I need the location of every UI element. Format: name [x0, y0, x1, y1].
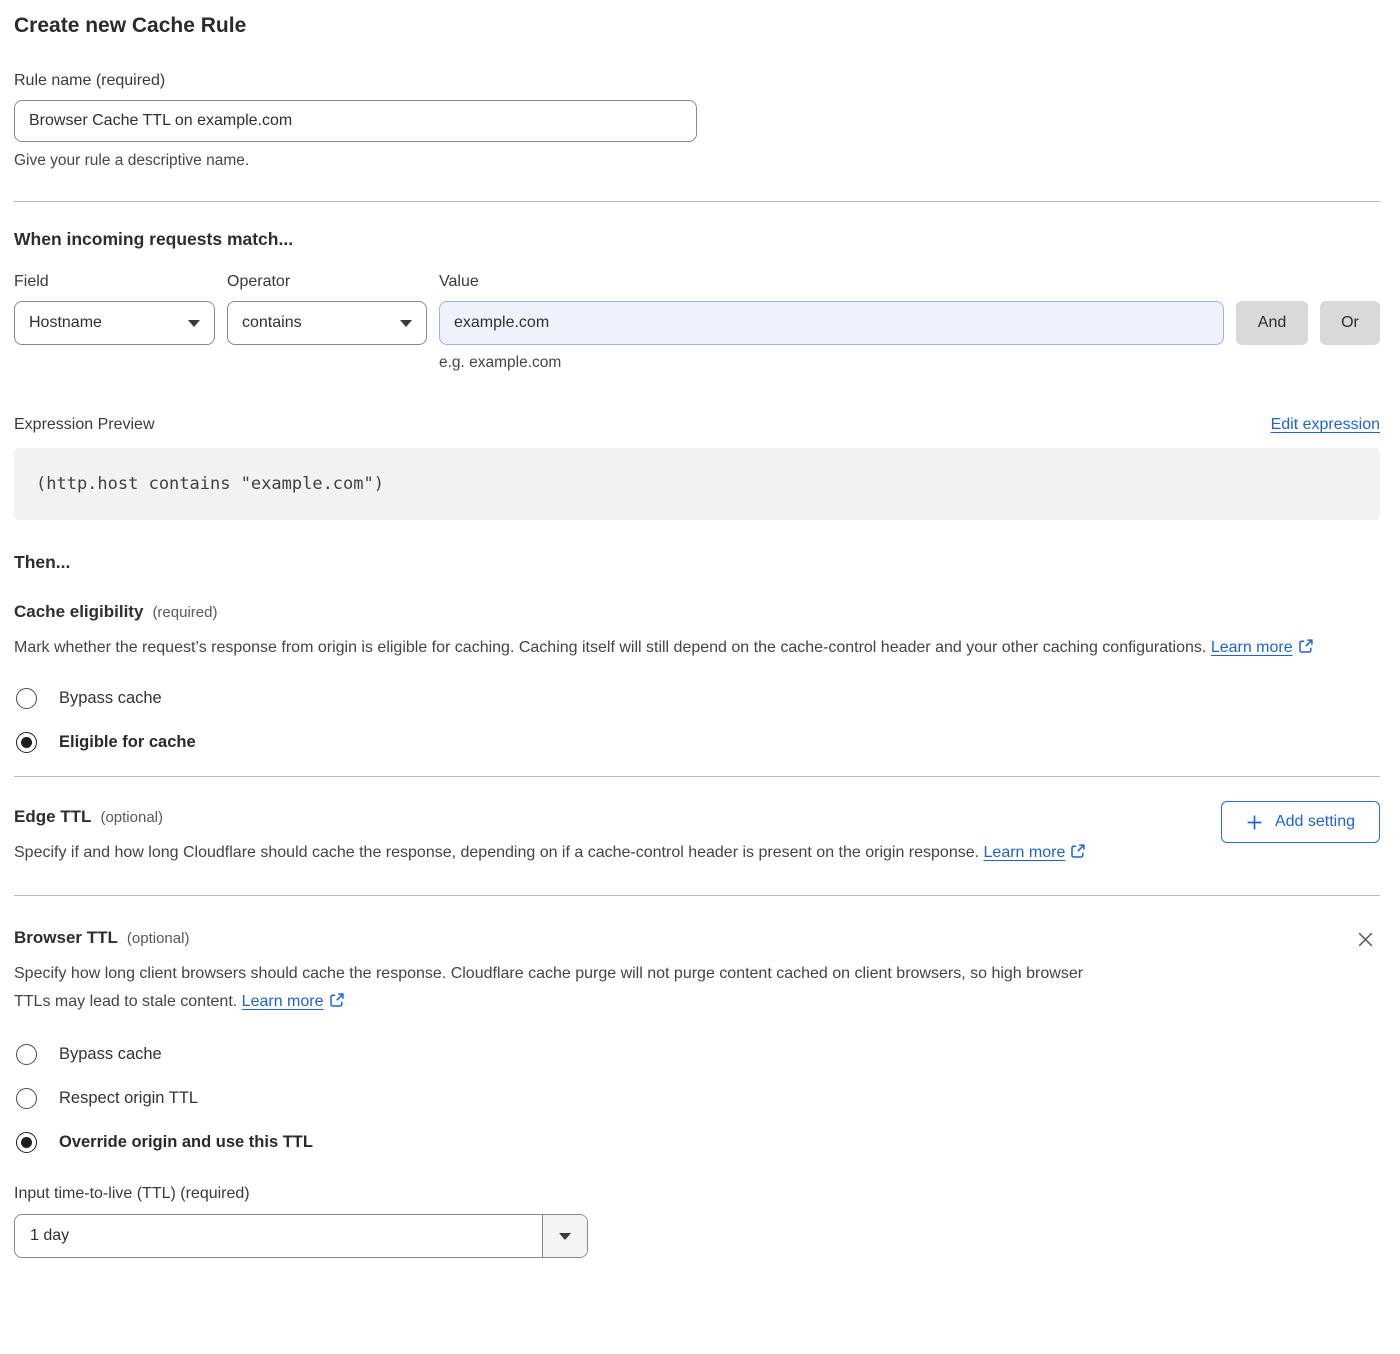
browser-ttl-qualifier: (optional) [127, 930, 190, 947]
cache-eligibility-options: Bypass cache Eligible for cache [14, 688, 1380, 753]
radio-label: Override origin and use this TTL [59, 1133, 313, 1152]
radio-bypass-cache[interactable]: Bypass cache [14, 688, 1380, 709]
ttl-select[interactable]: 1 day [14, 1214, 588, 1258]
match-condition-row: Field Operator Value Hostname contains A… [14, 271, 1380, 372]
edge-ttl-learn-more-link[interactable]: Learn more [984, 844, 1066, 861]
cache-eligibility-description: Mark whether the request’s response from… [14, 634, 1380, 662]
expression-code-text: (http.host contains "example.com") [36, 474, 384, 494]
field-select[interactable]: Hostname [14, 301, 215, 345]
field-select-value: Hostname [29, 314, 102, 332]
external-link-icon [1298, 641, 1314, 658]
radio-eligible-for-cache[interactable]: Eligible for cache [14, 732, 1380, 753]
cache-eligibility-heading: Cache eligibility [14, 602, 143, 621]
edge-ttl-qualifier: (optional) [100, 809, 163, 826]
add-setting-button[interactable]: Add setting [1221, 801, 1380, 843]
radio-label: Respect origin TTL [59, 1089, 198, 1108]
browser-ttl-options: Bypass cache Respect origin TTL Override… [14, 1044, 1380, 1153]
value-input[interactable] [439, 301, 1224, 345]
edge-ttl-heading: Edge TTL [14, 807, 91, 826]
external-link-icon [329, 995, 345, 1012]
operator-label: Operator [227, 271, 427, 293]
radio-icon [16, 1044, 37, 1065]
cache-eligibility-qualifier: (required) [152, 604, 217, 621]
cache-eligibility-header: Cache eligibility (required) [14, 602, 1380, 622]
browser-ttl-description-text: Specify how long client browsers should … [14, 965, 1083, 1010]
chevron-down-icon [559, 1233, 571, 1240]
operator-select-value: contains [242, 314, 302, 332]
browser-ttl-heading: Browser TTL [14, 928, 118, 947]
browser-ttl-header: Browser TTL (optional) [14, 928, 1380, 948]
or-button[interactable]: Or [1320, 301, 1380, 345]
radio-label: Bypass cache [59, 1045, 162, 1064]
expression-preview-header: Expression Preview Edit expression [14, 414, 1380, 436]
rule-name-helper: Give your rule a descriptive name. [14, 151, 1380, 171]
external-link-icon [1070, 846, 1086, 863]
ttl-select-value: 1 day [15, 1215, 542, 1257]
divider [14, 895, 1380, 896]
add-setting-label: Add setting [1275, 813, 1355, 831]
radio-icon [16, 1088, 37, 1109]
radio-label: Bypass cache [59, 689, 162, 708]
page-title: Create new Cache Rule [14, 12, 1380, 40]
radio-selected-icon [16, 1132, 37, 1153]
match-heading: When incoming requests match... [14, 227, 1380, 251]
edit-expression-link[interactable]: Edit expression [1271, 416, 1380, 434]
edge-ttl-header: Edge TTL(optional) Add setting [14, 807, 1380, 827]
divider [14, 776, 1380, 777]
ttl-select-arrow-box[interactable] [542, 1215, 587, 1257]
rule-name-input[interactable] [14, 100, 697, 142]
chevron-down-icon [188, 320, 200, 327]
browser-ttl-section: Browser TTL (optional) Specify how long c… [14, 928, 1380, 1258]
radio-selected-icon [16, 732, 37, 753]
rule-name-section: Rule name (required) Give your rule a de… [14, 70, 1380, 171]
plus-icon [1246, 814, 1263, 831]
radio-override-origin-ttl[interactable]: Override origin and use this TTL [14, 1132, 1380, 1153]
chevron-down-icon [400, 320, 412, 327]
radio-icon [16, 688, 37, 709]
edge-ttl-description-text: Specify if and how long Cloudflare shoul… [14, 844, 979, 861]
rule-name-label: Rule name (required) [14, 70, 1380, 92]
expression-code: (http.host contains "example.com") [14, 448, 1380, 520]
divider [14, 201, 1380, 202]
cache-eligibility-description-text: Mark whether the request’s response from… [14, 639, 1206, 656]
browser-ttl-learn-more-link[interactable]: Learn more [242, 993, 324, 1010]
close-icon[interactable] [1352, 926, 1378, 952]
browser-ttl-description: Specify how long client browsers should … [14, 960, 1099, 1016]
ttl-input-label: Input time-to-live (TTL) (required) [14, 1183, 1380, 1205]
then-heading: Then... [14, 550, 1380, 574]
create-cache-rule-form: Create new Cache Rule Rule name (require… [0, 0, 1400, 1258]
value-label: Value [439, 271, 1380, 293]
cache-eligibility-learn-more-link[interactable]: Learn more [1211, 639, 1293, 656]
radio-respect-origin-ttl[interactable]: Respect origin TTL [14, 1088, 1380, 1109]
operator-select[interactable]: contains [227, 301, 427, 345]
radio-label: Eligible for cache [59, 733, 196, 752]
value-helper: e.g. example.com [439, 354, 1224, 372]
radio-bypass-cache[interactable]: Bypass cache [14, 1044, 1380, 1065]
expression-preview-label: Expression Preview [14, 414, 155, 436]
edge-ttl-description: Specify if and how long Cloudflare shoul… [14, 839, 1109, 867]
and-button[interactable]: And [1236, 301, 1308, 345]
edge-ttl-section: Edge TTL (optional) Add setting Specify i… [14, 807, 1380, 867]
field-label: Field [14, 271, 215, 293]
